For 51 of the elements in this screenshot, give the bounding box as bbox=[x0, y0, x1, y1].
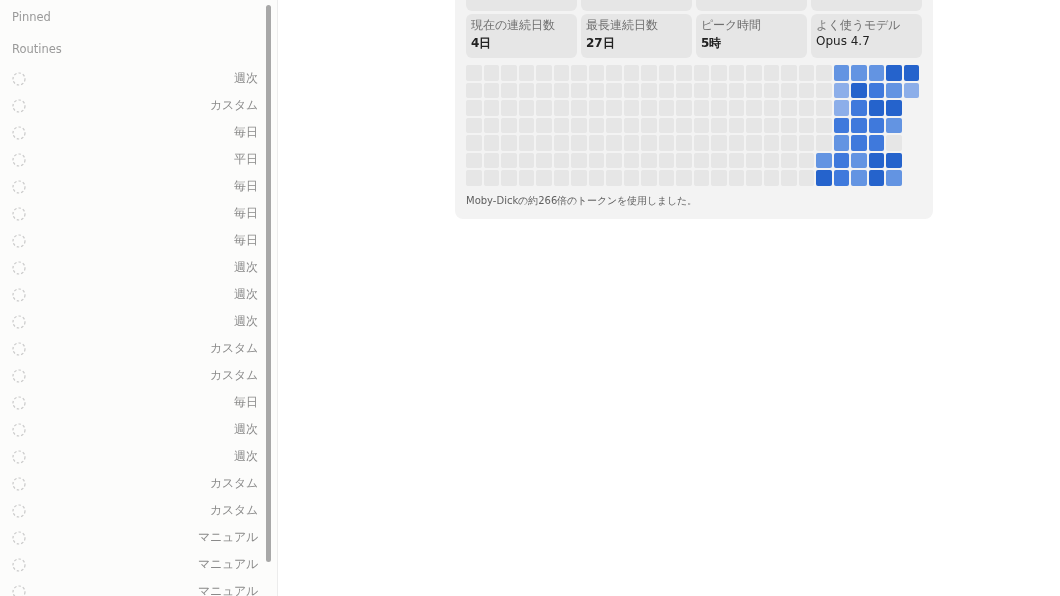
schedule-label: カスタム bbox=[210, 97, 258, 114]
dashed-circle-icon bbox=[12, 449, 26, 464]
schedule-label: マニュアル bbox=[198, 556, 258, 573]
schedule-label: 週次 bbox=[234, 286, 258, 303]
dashed-circle-icon bbox=[12, 179, 26, 194]
dashed-circle-icon bbox=[12, 206, 26, 221]
stat-label: よく使うモデル bbox=[816, 18, 901, 32]
stat-value: 4日 bbox=[471, 35, 493, 52]
dashed-circle-icon bbox=[12, 98, 26, 113]
stat-label: ピーク時間 bbox=[701, 18, 762, 32]
stat-label: 現在の連続日数 bbox=[471, 18, 556, 32]
schedule-label: 週次 bbox=[234, 448, 258, 465]
usage-note: Moby-Dickの約266倍のトークンを使用しました。 bbox=[466, 193, 699, 208]
dashed-circle-icon bbox=[12, 503, 26, 518]
dashed-circle-icon bbox=[12, 368, 26, 383]
dashed-circle-icon bbox=[12, 314, 26, 329]
dashed-circle-icon bbox=[12, 395, 26, 410]
schedule-label: 毎日 bbox=[234, 124, 258, 141]
schedule-label: 毎日 bbox=[234, 394, 258, 411]
dashed-circle-icon bbox=[12, 152, 26, 167]
schedule-label: カスタム bbox=[210, 475, 258, 492]
dashed-circle-icon bbox=[12, 71, 26, 86]
schedule-label: 週次 bbox=[234, 70, 258, 87]
dashed-circle-icon bbox=[12, 260, 26, 275]
schedule-label: カスタム bbox=[210, 502, 258, 519]
stat-label: 最長連続日数 bbox=[586, 18, 659, 32]
schedule-label: 毎日 bbox=[234, 178, 258, 195]
dashed-circle-icon bbox=[12, 233, 26, 248]
dashed-circle-icon bbox=[12, 530, 26, 545]
schedule-label: マニュアル bbox=[198, 583, 258, 596]
section-heading: Pinned bbox=[12, 9, 51, 24]
schedule-label: 毎日 bbox=[234, 232, 258, 249]
dashed-circle-icon bbox=[12, 476, 26, 491]
dashed-circle-icon bbox=[12, 287, 26, 302]
schedule-label: カスタム bbox=[210, 340, 258, 357]
dashed-circle-icon bbox=[12, 125, 26, 140]
schedule-label: 週次 bbox=[234, 313, 258, 330]
schedule-label: 平日 bbox=[234, 151, 258, 168]
section-heading: Routines bbox=[12, 42, 62, 56]
schedule-label: 週次 bbox=[234, 259, 258, 276]
schedule-label: 週次 bbox=[234, 421, 258, 438]
stat-value: Opus 4.7 bbox=[816, 33, 871, 50]
dashed-circle-icon bbox=[12, 422, 26, 437]
schedule-label: カスタム bbox=[210, 367, 258, 384]
scrollbar[interactable] bbox=[266, 5, 271, 562]
schedule-label: 毎日 bbox=[234, 205, 258, 222]
dashed-circle-icon bbox=[12, 341, 26, 356]
schedule-label: マニュアル bbox=[198, 529, 258, 546]
stat-value: 5時 bbox=[701, 35, 723, 52]
dashed-circle-icon bbox=[12, 557, 26, 572]
stat-value: 27日 bbox=[586, 35, 616, 52]
